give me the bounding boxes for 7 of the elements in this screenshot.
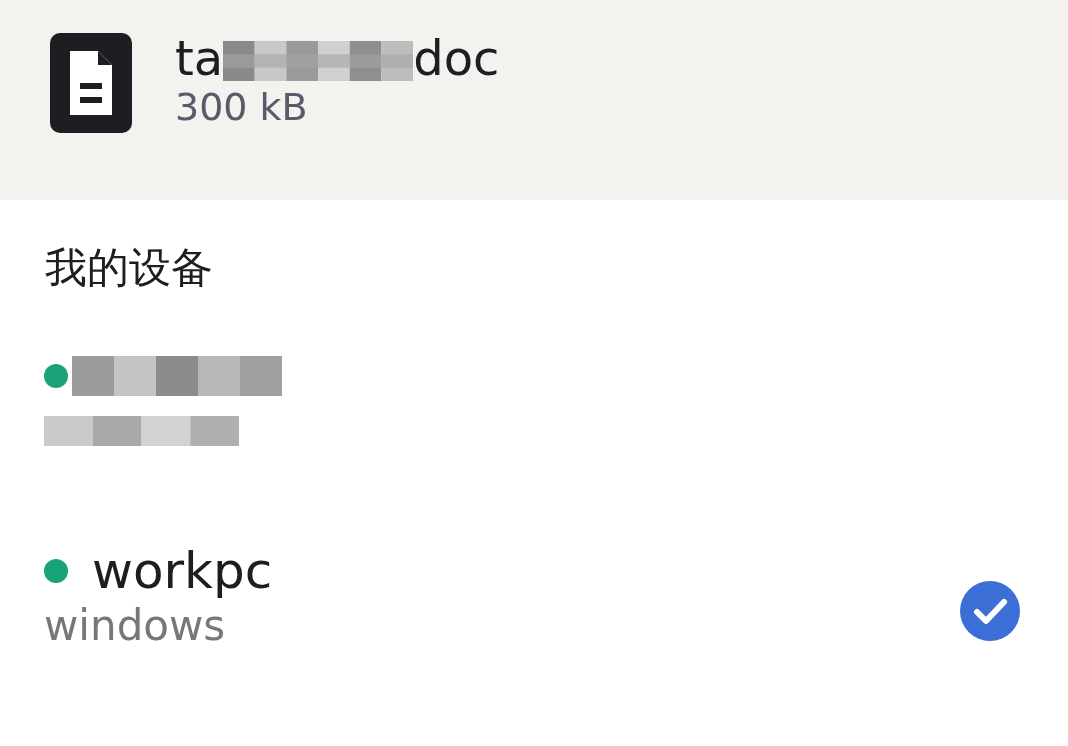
file-extension: doc bbox=[413, 29, 500, 88]
document-icon bbox=[50, 33, 132, 133]
file-size: 300 kB bbox=[175, 85, 309, 130]
section-title: 我的设备 bbox=[44, 242, 214, 294]
device-item[interactable]: workpc windows bbox=[0, 541, 1068, 650]
file-name: ta bbox=[175, 29, 224, 88]
check-icon bbox=[960, 581, 1020, 641]
